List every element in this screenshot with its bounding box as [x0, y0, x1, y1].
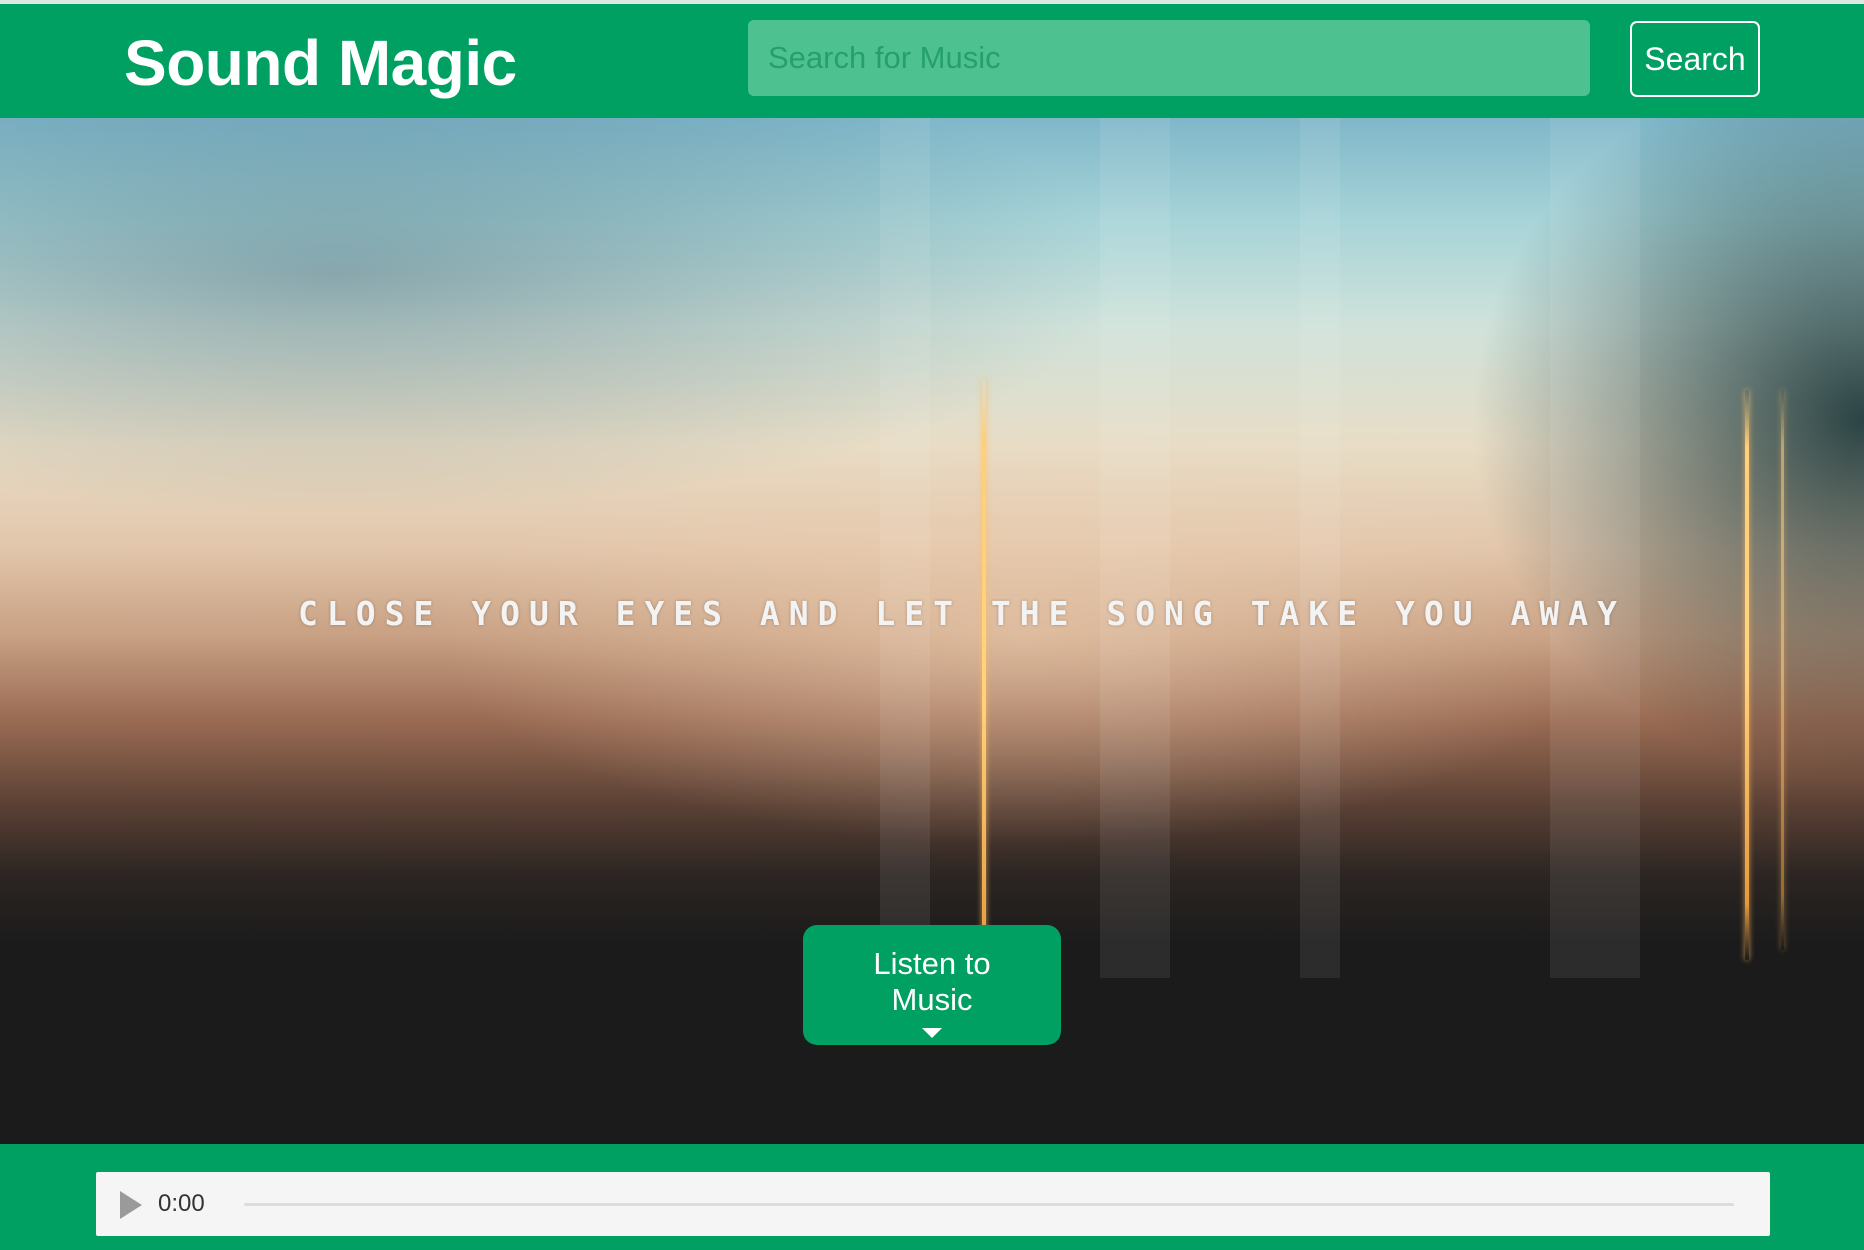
progress-slider[interactable]	[244, 1203, 1734, 1206]
brand-logo[interactable]: Sound Magic	[124, 26, 517, 100]
audio-player: 0:00	[96, 1172, 1770, 1236]
top-nav-bar: Sound Magic Search	[0, 4, 1864, 118]
current-time: 0:00	[158, 1190, 205, 1217]
hero-section: CLOSE YOUR EYES AND LET THE SONG TAKE YO…	[0, 118, 1864, 1144]
search-button[interactable]: Search	[1630, 21, 1760, 97]
light-streak	[1745, 390, 1749, 960]
play-icon[interactable]	[120, 1191, 142, 1219]
light-streak	[1781, 390, 1784, 950]
hero-background-image	[0, 118, 1864, 1018]
hero-tagline: CLOSE YOUR EYES AND LET THE SONG TAKE YO…	[298, 594, 1626, 633]
page: Sound Magic Search CLOSE YOUR EYES AND L…	[0, 0, 1864, 1250]
listen-button-label: Listen to Music	[873, 946, 991, 1017]
search-input[interactable]	[748, 20, 1590, 96]
caret-down-icon	[922, 1028, 942, 1038]
listen-to-music-button[interactable]: Listen to Music	[803, 925, 1061, 1045]
footer-bar: 0:00	[0, 1144, 1864, 1250]
light-streak	[982, 378, 986, 1018]
